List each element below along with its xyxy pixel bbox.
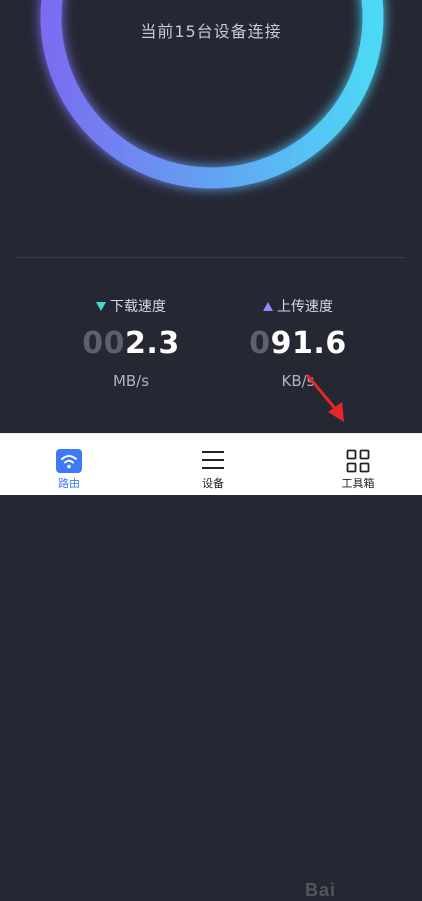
tab-devices[interactable]: 设备 — [158, 434, 268, 495]
upload-label-text: 上传速度 — [277, 299, 333, 315]
watermark: Bai — [305, 880, 337, 900]
download-speed-value: 002.3 — [61, 326, 201, 362]
download-triangle-icon — [96, 301, 106, 311]
upload-value-number: 91.6 — [270, 326, 347, 361]
download-speed: 下载速度 002.3 MB/s — [61, 296, 201, 390]
tab-router-label: 路由 — [58, 477, 80, 490]
tab-router[interactable]: 路由 — [14, 434, 124, 495]
tab-devices-label: 设备 — [202, 477, 224, 490]
wifi-icon — [56, 449, 82, 473]
upload-speed-label: 上传速度 — [228, 296, 368, 316]
bottom-tab-bar: 路由 设备 工具箱 Bai — [0, 433, 422, 900]
tab-tools[interactable]: 工具箱 — [303, 434, 413, 495]
divider — [16, 257, 406, 258]
upload-triangle-icon — [263, 301, 273, 311]
download-speed-label: 下载速度 — [61, 296, 201, 316]
speed-ring-panel: 当前15台设备连接 — [0, 0, 422, 250]
grid-icon — [346, 449, 370, 473]
download-value-leading-zeros: 00 — [82, 326, 126, 361]
upload-speed-value: 091.6 — [228, 326, 368, 362]
download-label-text: 下载速度 — [110, 299, 166, 315]
annotation-arrow-icon — [306, 374, 344, 422]
upload-value-leading-zeros: 0 — [249, 326, 271, 361]
device-count-text: 当前15台设备连接 — [140, 22, 282, 41]
download-speed-unit: MB/s — [112, 372, 150, 390]
tab-tools-label: 工具箱 — [341, 477, 375, 490]
download-value-number: 2.3 — [125, 326, 180, 361]
menu-icon — [202, 451, 224, 469]
